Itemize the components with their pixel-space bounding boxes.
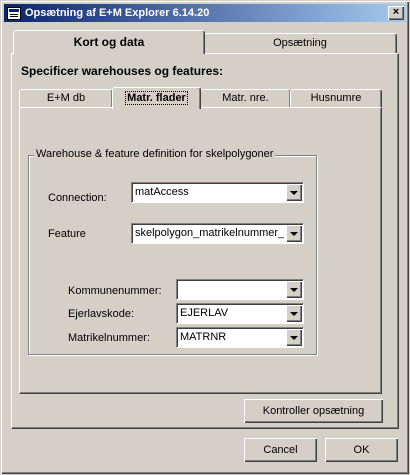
- tab-husnumre-label: Husnumre: [310, 92, 362, 104]
- title-bar[interactable]: Opsætning af E+M Explorer 6.14.20 ×: [4, 4, 406, 22]
- cancel-button[interactable]: Cancel: [244, 438, 317, 462]
- tab-opsaetning[interactable]: Opsætning: [203, 33, 397, 53]
- tab-opsaetning-label: Opsætning: [273, 37, 327, 49]
- chevron-down-icon[interactable]: [286, 225, 302, 242]
- matrikelnummer-label: Matrikelnummer:: [68, 332, 150, 344]
- tab-kort-og-data[interactable]: Kort og data: [13, 30, 205, 54]
- feature-select[interactable]: skelpolygon_matrikelnummer_82: [131, 223, 304, 244]
- group-title: Warehouse & feature definition for skelp…: [34, 148, 276, 160]
- matrikelnummer-value: MATRNR: [180, 331, 227, 343]
- check-setup-button[interactable]: Kontroller opsætning: [244, 399, 383, 423]
- window-title: Opsætning af E+M Explorer 6.14.20: [25, 7, 210, 19]
- chevron-down-icon[interactable]: [286, 184, 302, 201]
- tab-matr-flader[interactable]: Matr. flader: [112, 87, 201, 109]
- app-icon: [7, 6, 21, 20]
- ok-button[interactable]: OK: [325, 438, 398, 462]
- tab-matr-flader-label: Matr. flader: [125, 91, 188, 105]
- tab-matr-nre[interactable]: Matr. nre.: [200, 89, 291, 108]
- chevron-down-icon[interactable]: [286, 329, 302, 346]
- matrikelnummer-select[interactable]: MATRNR: [176, 327, 304, 348]
- kommunenummer-select[interactable]: [176, 279, 304, 300]
- feature-label: Feature: [48, 228, 86, 240]
- tab-matr-nre-label: Matr. nre.: [222, 92, 269, 104]
- section-heading: Specificer warehouses og features:: [21, 64, 224, 78]
- ejerlavskode-value: EJERLAV: [180, 307, 229, 319]
- tab-em-db-label: E+M db: [46, 92, 86, 104]
- ejerlavskode-label: Ejerlavskode:: [68, 308, 135, 320]
- chevron-down-icon[interactable]: [286, 305, 302, 322]
- dialog-window: Opsætning af E+M Explorer 6.14.20 × Kort…: [0, 0, 410, 475]
- connection-value: matAccess: [135, 186, 189, 198]
- tab-kort-og-data-label: Kort og data: [73, 35, 145, 49]
- ejerlavskode-select[interactable]: EJERLAV: [176, 303, 304, 324]
- connection-select[interactable]: matAccess: [131, 182, 304, 203]
- tab-husnumre[interactable]: Husnumre: [290, 89, 382, 108]
- tab-em-db[interactable]: E+M db: [19, 89, 113, 108]
- connection-label: Connection:: [48, 192, 107, 204]
- chevron-down-icon[interactable]: [286, 281, 302, 298]
- close-button[interactable]: ×: [388, 6, 404, 20]
- kommunenummer-label: Kommunenummer:: [68, 285, 162, 297]
- feature-value: skelpolygon_matrikelnummer_82: [135, 227, 284, 239]
